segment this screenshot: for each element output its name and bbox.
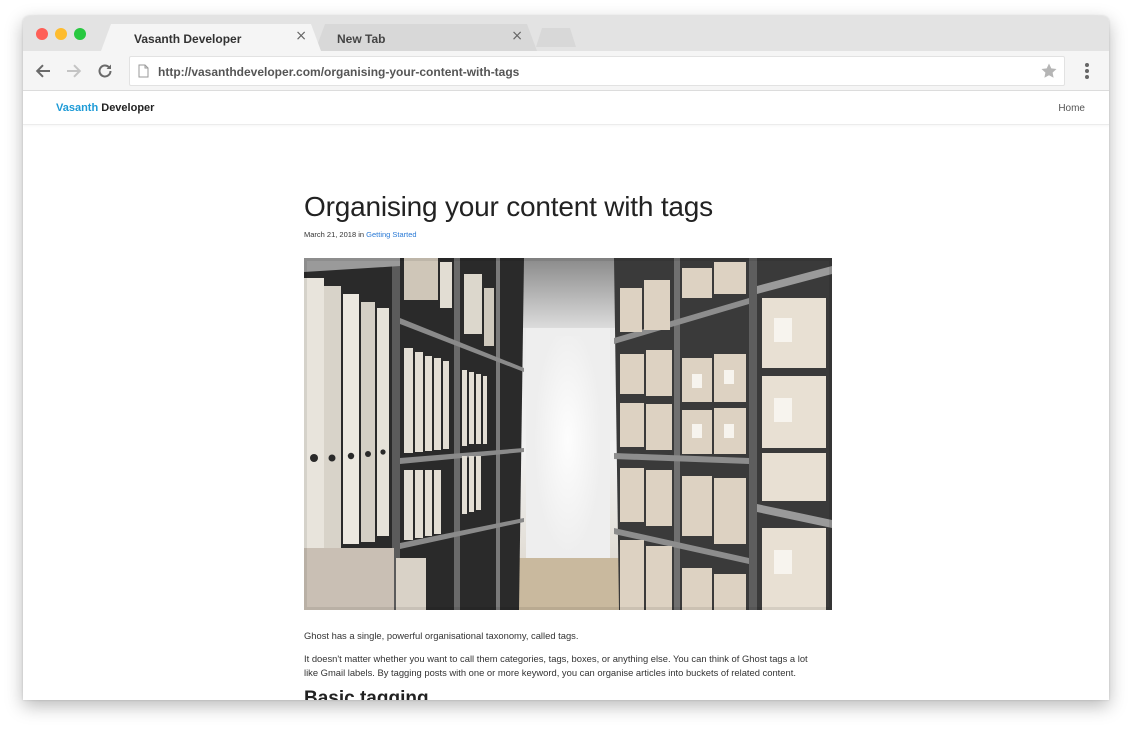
post-meta: March 21, 2018 in Getting Started [304, 230, 417, 239]
page-icon [138, 64, 149, 83]
post-meta-in: in [358, 230, 365, 239]
post-feature-image [304, 258, 832, 610]
post-date: March 21, 2018 [304, 230, 357, 239]
back-arrow-icon[interactable] [33, 61, 53, 81]
tab-label: Vasanth Developer [134, 32, 242, 46]
site-logo[interactable]: Vasanth Developer [56, 102, 154, 114]
maximize-window-button[interactable] [74, 28, 86, 40]
forward-arrow-icon[interactable] [64, 61, 84, 81]
tab-strip: Vasanth Developer × New Tab × [23, 16, 1109, 51]
brand-first-word: Vasanth [56, 102, 99, 114]
close-tab-icon[interactable]: × [511, 29, 523, 43]
nav-home-link[interactable]: Home [1058, 103, 1085, 114]
post-paragraph: It doesn't matter whether you want to ca… [304, 653, 808, 678]
section-heading: Basic tagging [304, 688, 429, 700]
star-icon[interactable] [1040, 62, 1058, 85]
tab-vasanth-developer[interactable]: Vasanth Developer × [101, 24, 321, 51]
site-header: Vasanth Developer Home [23, 91, 1109, 125]
post-category-link[interactable]: Getting Started [366, 230, 416, 239]
browser-toolbar: http://vasanthdeveloper.com/organising-y… [23, 51, 1109, 91]
brand-second-word: Developer [101, 102, 155, 114]
url-text[interactable]: http://vasanthdeveloper.com/organising-y… [158, 65, 519, 79]
reload-icon[interactable] [95, 61, 115, 81]
minimize-window-button[interactable] [55, 28, 67, 40]
close-window-button[interactable] [36, 28, 48, 40]
post-title: Organising your content with tags [304, 191, 713, 222]
archive-shelves-illustration [304, 258, 832, 610]
browser-window: Vasanth Developer × New Tab × http://vas… [23, 16, 1109, 700]
close-tab-icon[interactable]: × [295, 29, 307, 43]
tab-label: New Tab [337, 32, 386, 46]
web-page: Vasanth Developer Home Organising your c… [23, 91, 1109, 700]
post-paragraph: Ghost has a single, powerful organisatio… [304, 630, 579, 641]
address-bar[interactable]: http://vasanthdeveloper.com/organising-y… [129, 56, 1065, 86]
new-tab-button[interactable] [536, 28, 576, 47]
tab-new-tab[interactable]: New Tab × [315, 24, 537, 51]
kebab-menu-icon[interactable] [1079, 62, 1095, 80]
